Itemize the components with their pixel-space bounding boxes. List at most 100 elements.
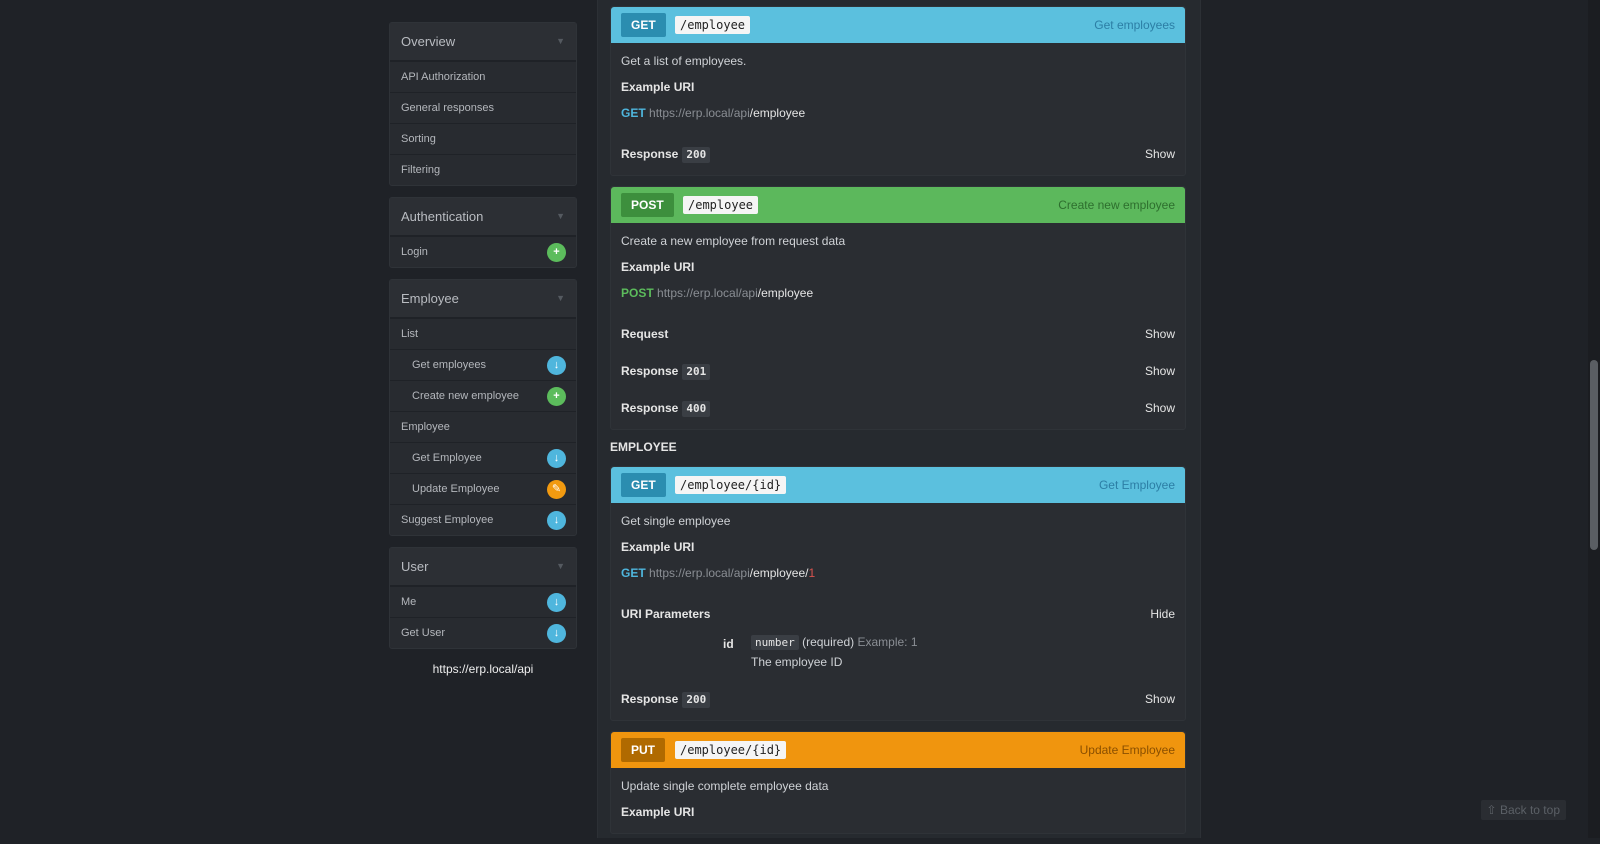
arrow-down-icon: ↓ [547,624,566,643]
sidebar-item-label: Update Employee [412,483,500,495]
back-to-top-button[interactable]: ⇧ Back to top [1480,800,1566,820]
endpoint-path: /employee [683,196,759,214]
request-label: Request [621,327,669,341]
nav-header-overview[interactable]: Overview ▼ [390,23,576,61]
arrow-up-icon: ⇧ [1486,803,1497,817]
uri-param: 1 [808,566,816,580]
nav-header-label: User [401,559,429,574]
page-scrollbar[interactable] [1588,0,1600,838]
uri-method: GET [621,106,646,120]
sidebar-item-get-user[interactable]: Get User ↓ [390,617,576,648]
param-name: id [723,637,734,651]
chevron-down-icon: ▼ [556,36,565,46]
sidebar-item-general-responses[interactable]: General responses [390,92,576,123]
param-description: The employee ID [751,655,843,669]
param-example: Example: 1 [857,635,918,649]
method-badge: POST [621,193,674,217]
nav-header-employee[interactable]: Employee ▼ [390,280,576,318]
endpoint-header[interactable]: PUT /employee/{id} Update Employee [611,732,1185,768]
method-badge: PUT [621,738,665,762]
endpoint-create-employee: POST /employee Create new employee Creat… [610,186,1186,430]
sidebar-item-suggest-employee[interactable]: Suggest Employee ↓ [390,504,576,535]
api-base-url: https://erp.local/api [432,662,534,676]
sidebar-item-login[interactable]: Login + [390,236,576,267]
endpoint-header[interactable]: POST /employee Create new employee [611,187,1185,223]
example-uri-label: Example URI [621,805,695,819]
nav-header-label: Overview [401,34,456,49]
param-required: (required) [802,635,855,649]
show-toggle[interactable]: Show [1145,353,1175,390]
show-toggle[interactable]: Show [1145,681,1175,718]
endpoint-title: Update Employee [1079,743,1175,757]
show-toggle[interactable]: Show [1145,390,1175,427]
plus-icon: + [547,243,566,262]
sidebar-item-list[interactable]: List [390,318,576,349]
plus-icon: + [547,387,566,406]
uri-resource: /employee/ [749,566,809,580]
sidebar-item-employee[interactable]: Employee [390,411,576,442]
uri-host: https://erp.local/api [657,286,758,300]
status-code: 400 [682,401,711,417]
uri-parameters-label: URI Parameters [621,607,711,621]
sidebar-item-label: Login [401,246,428,258]
chevron-down-icon: ▼ [556,561,565,571]
sidebar-item-api-authorization[interactable]: API Authorization [390,61,576,92]
sidebar-item-get-employees[interactable]: Get employees ↓ [390,349,576,380]
nav-section-user: User ▼ Me ↓ Get User ↓ [389,547,577,649]
response-row: Response 200 Show [621,136,1175,173]
sidebar-item-label: Create new employee [412,390,520,402]
endpoint-get-employee: GET /employee/{id} Get Employee Get sing… [610,466,1186,721]
sidebar-item-me[interactable]: Me ↓ [390,586,576,617]
response-row: Response 201 Show [621,353,1175,390]
sidebar-item-create-new-employee[interactable]: Create new employee + [390,380,576,411]
endpoint-description: Create a new employee from request data [621,234,846,248]
endpoint-title: Create new employee [1058,198,1175,212]
endpoint-description: Get a list of employees. [621,54,747,68]
show-toggle[interactable]: Show [1145,136,1175,173]
scrollbar-thumb[interactable] [1590,360,1598,550]
param-type-line: number (required) Example: 1 [751,635,918,650]
sidebar-item-update-employee[interactable]: Update Employee ✎ [390,473,576,504]
nav-header-user[interactable]: User ▼ [390,548,576,586]
nav-header-authentication[interactable]: Authentication ▼ [390,198,576,236]
endpoint-get-employees: GET /employee Get employees Get a list o… [610,6,1186,176]
show-toggle[interactable]: Show [1145,316,1175,353]
sidebar-item-get-employee[interactable]: Get Employee ↓ [390,442,576,473]
back-to-top-label: Back to top [1499,803,1560,817]
endpoint-header[interactable]: GET /employee/{id} Get Employee [611,467,1185,503]
endpoint-title: Get employees [1094,18,1175,32]
uri-parameters: id number (required) Example: 1 The empl… [621,633,1175,681]
sidebar-nav: Overview ▼ API Authorization General resp… [389,22,577,676]
response-label: Response [621,401,679,415]
sidebar-item-sorting[interactable]: Sorting [390,123,576,154]
sidebar-item-label: Suggest Employee [401,514,494,526]
endpoint-path: /employee/{id} [675,741,787,759]
arrow-down-icon: ↓ [547,511,566,530]
example-uri: GET https://erp.local/api/employee/1 [621,566,1175,580]
sidebar-item-filtering[interactable]: Filtering [390,154,576,185]
endpoint-update-employee: PUT /employee/{id} Update Employee Updat… [610,731,1186,834]
uri-parameters-row: URI Parameters Hide [621,596,1175,633]
uri-host: https://erp.local/api [649,566,750,580]
hide-toggle[interactable]: Hide [1150,596,1175,633]
group-title: EMPLOYEE [610,440,677,454]
method-badge: GET [621,13,666,37]
example-uri: GET https://erp.local/api/employee [621,106,1175,120]
nav-section-authentication: Authentication ▼ Login + [389,197,577,268]
example-uri-label: Example URI [621,540,695,554]
endpoint-path: /employee [675,16,751,34]
uri-resource: /employee [757,286,814,300]
status-code: 201 [682,364,711,380]
endpoint-path: /employee/{id} [675,476,787,494]
endpoint-description: Get single employee [621,514,731,528]
nav-section-overview: Overview ▼ API Authorization General resp… [389,22,577,186]
status-code: 200 [682,147,711,163]
nav-header-label: Employee [401,291,459,306]
example-uri: POST https://erp.local/api/employee [621,286,1175,300]
status-code: 200 [682,692,711,708]
chevron-down-icon: ▼ [556,211,565,221]
response-label: Response [621,147,679,161]
endpoint-header[interactable]: GET /employee Get employees [611,7,1185,43]
sidebar-item-label: Get employees [412,359,486,371]
sidebar-item-label: Me [401,596,417,608]
